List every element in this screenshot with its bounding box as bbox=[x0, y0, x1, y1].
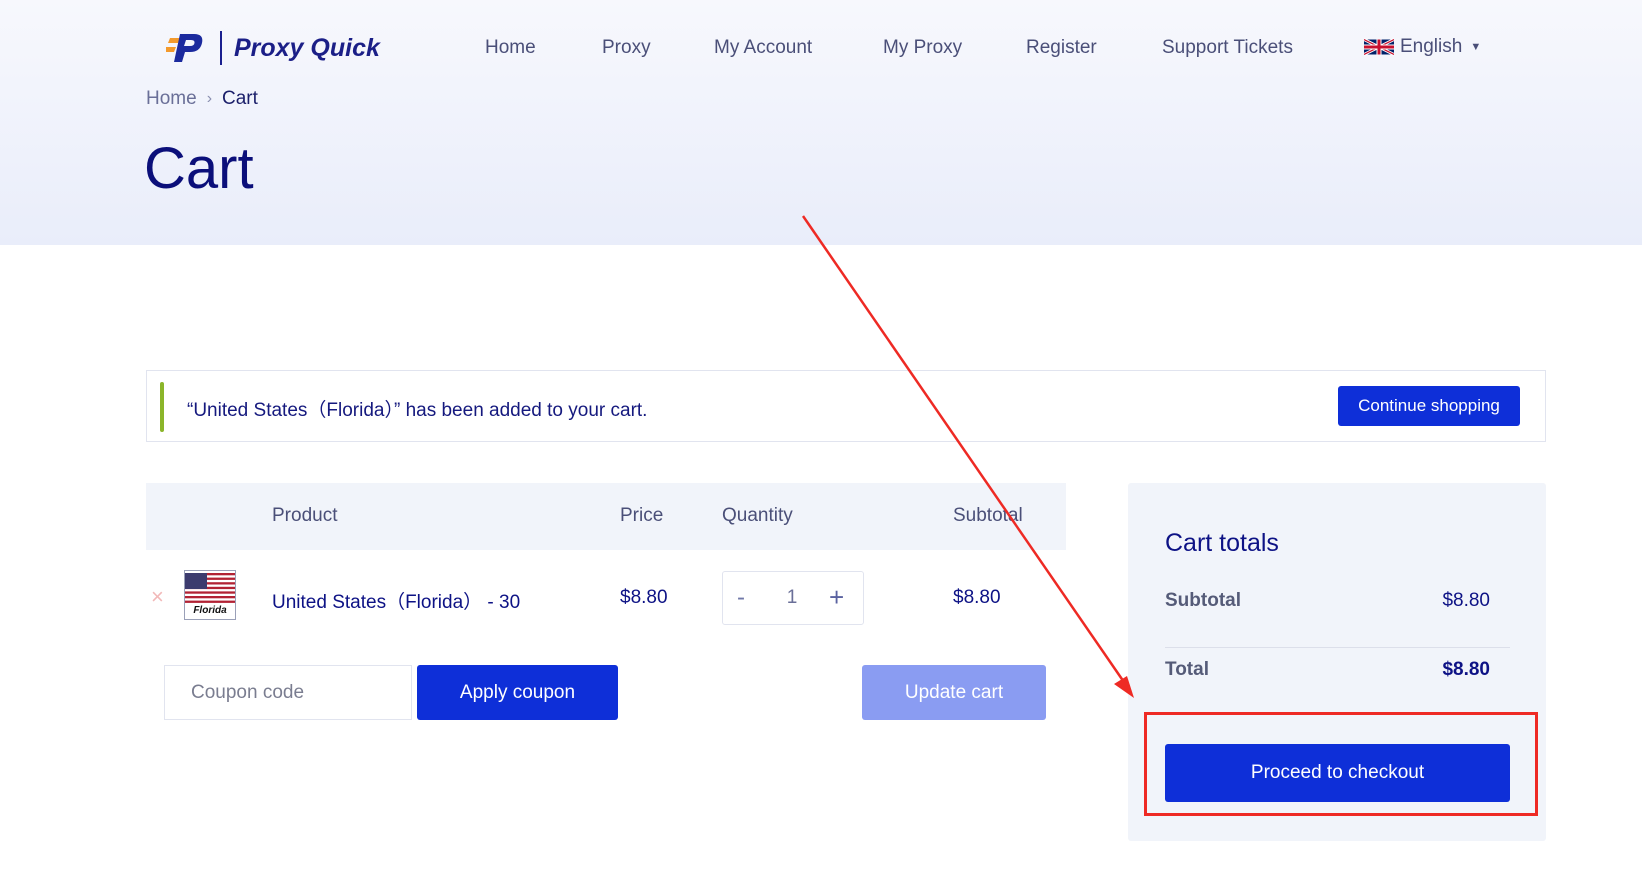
cart-notice: “United States（Florida）” has been added … bbox=[146, 370, 1546, 442]
language-selector[interactable]: English ▼ bbox=[1364, 36, 1481, 58]
nav-item-my-proxy[interactable]: My Proxy bbox=[883, 37, 962, 59]
product-price: $8.80 bbox=[620, 587, 668, 608]
us-flag-icon bbox=[185, 573, 235, 603]
uk-flag-icon bbox=[1364, 38, 1394, 56]
product-name-link[interactable]: United States（Florida） - 30 bbox=[272, 587, 520, 614]
nav-item-home[interactable]: Home bbox=[485, 37, 536, 59]
cart-totals-title: Cart totals bbox=[1165, 529, 1279, 557]
total-label: Total bbox=[1165, 659, 1209, 680]
totals-divider bbox=[1165, 647, 1510, 648]
notice-accent-bar bbox=[160, 382, 164, 432]
nav-item-proxy[interactable]: Proxy bbox=[602, 37, 651, 59]
header-price: Price bbox=[620, 505, 664, 526]
notice-message: “United States（Florida）” has been added … bbox=[187, 400, 648, 421]
update-cart-button[interactable]: Update cart bbox=[862, 665, 1046, 720]
product-subtotal: $8.80 bbox=[953, 587, 1001, 608]
nav-item-support-tickets[interactable]: Support Tickets bbox=[1162, 37, 1293, 59]
coupon-code-input[interactable] bbox=[164, 665, 412, 720]
breadcrumb-home[interactable]: Home bbox=[146, 88, 197, 110]
header-product: Product bbox=[272, 505, 338, 526]
breadcrumb: Home › Cart bbox=[146, 88, 258, 110]
quantity-decrease-button[interactable]: - bbox=[737, 584, 745, 612]
header-quantity: Quantity bbox=[722, 505, 793, 526]
quantity-stepper: - 1 + bbox=[722, 571, 864, 625]
product-thumbnail[interactable]: Florida bbox=[184, 570, 236, 620]
cart-table-header: Product Price Quantity Subtotal bbox=[146, 483, 1066, 550]
quantity-increase-button[interactable]: + bbox=[829, 582, 844, 613]
continue-shopping-button[interactable]: Continue shopping bbox=[1338, 386, 1520, 426]
subtotal-label: Subtotal bbox=[1165, 590, 1241, 611]
language-label: English bbox=[1400, 36, 1463, 57]
table-row: × Florida United States（Florida） - 30 $8… bbox=[146, 560, 1066, 636]
apply-coupon-button[interactable]: Apply coupon bbox=[417, 665, 618, 720]
breadcrumb-current: Cart bbox=[222, 88, 258, 109]
quantity-input[interactable]: 1 bbox=[781, 587, 803, 609]
caret-down-icon: ▼ bbox=[1470, 41, 1482, 53]
subtotal-value: $8.80 bbox=[1442, 590, 1490, 611]
remove-item-icon[interactable]: × bbox=[151, 584, 164, 610]
thumbnail-caption: Florida bbox=[193, 605, 227, 616]
nav-item-register[interactable]: Register bbox=[1026, 37, 1097, 59]
total-value: $8.80 bbox=[1442, 659, 1490, 680]
page-title: Cart bbox=[144, 136, 254, 201]
breadcrumb-separator-icon: › bbox=[206, 90, 213, 107]
annotation-highlight-box bbox=[1144, 712, 1538, 816]
header-subtotal: Subtotal bbox=[953, 505, 1023, 526]
nav-item-my-account[interactable]: My Account bbox=[714, 37, 812, 59]
